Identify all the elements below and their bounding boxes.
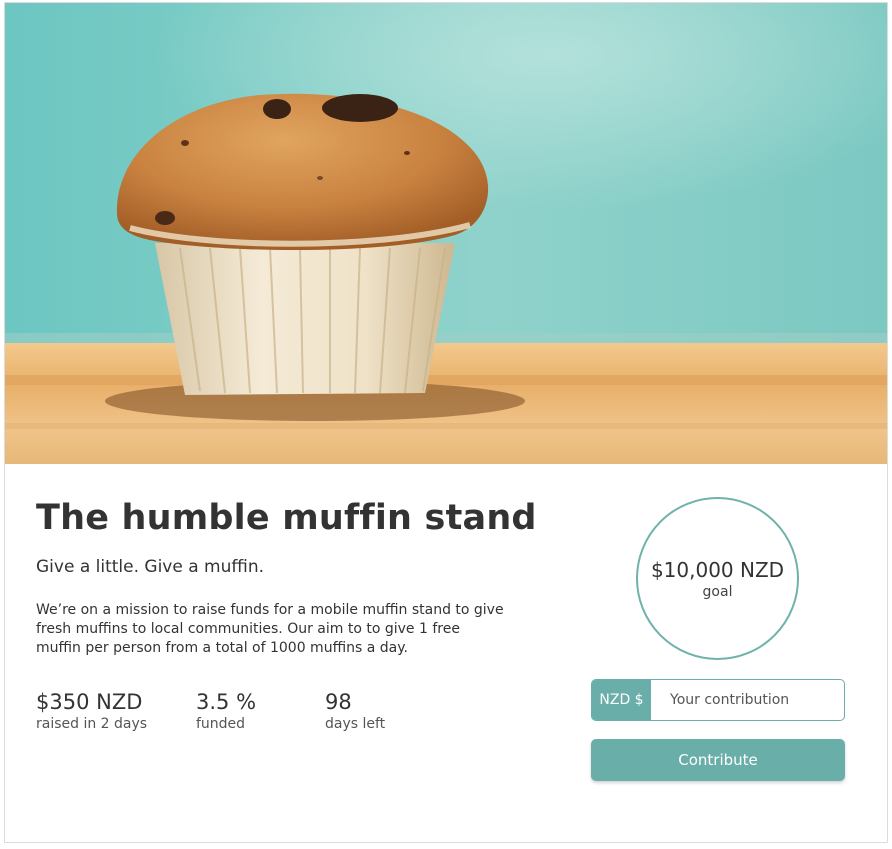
contribution-input[interactable] [651,680,844,720]
campaign-card: The humble muffin stand Give a little. G… [4,2,888,843]
stat-raised-label: raised in 2 days [36,716,148,732]
stat-days-left-label: days left [325,716,386,732]
contribute-button[interactable]: Contribute [591,739,845,781]
campaign-description: We’re on a mission to raise funds for a … [36,602,504,656]
currency-prefix: NZD $ [592,680,651,720]
hero-image [5,3,887,464]
stat-funded: 3.5 % funded [196,689,256,733]
stat-funded-value: 3.5 % [196,690,257,714]
stat-days-left-value: 98 [325,690,352,714]
stat-funded-label: funded [196,716,246,732]
campaign-tagline: Give a little. Give a muffin. [36,557,264,577]
goal-circle: $10,000 NZD goal [636,497,799,660]
contribution-input-group: NZD $ [591,679,845,721]
goal-label: goal [702,583,733,600]
stat-raised: $350 NZD raised in 2 days [36,689,147,733]
goal-amount: $10,000 NZD [650,557,785,582]
stat-days-left: 98 days left [325,689,385,733]
stat-raised-value: $350 NZD [36,690,143,714]
campaign-title: The humble muffin stand [36,498,537,538]
